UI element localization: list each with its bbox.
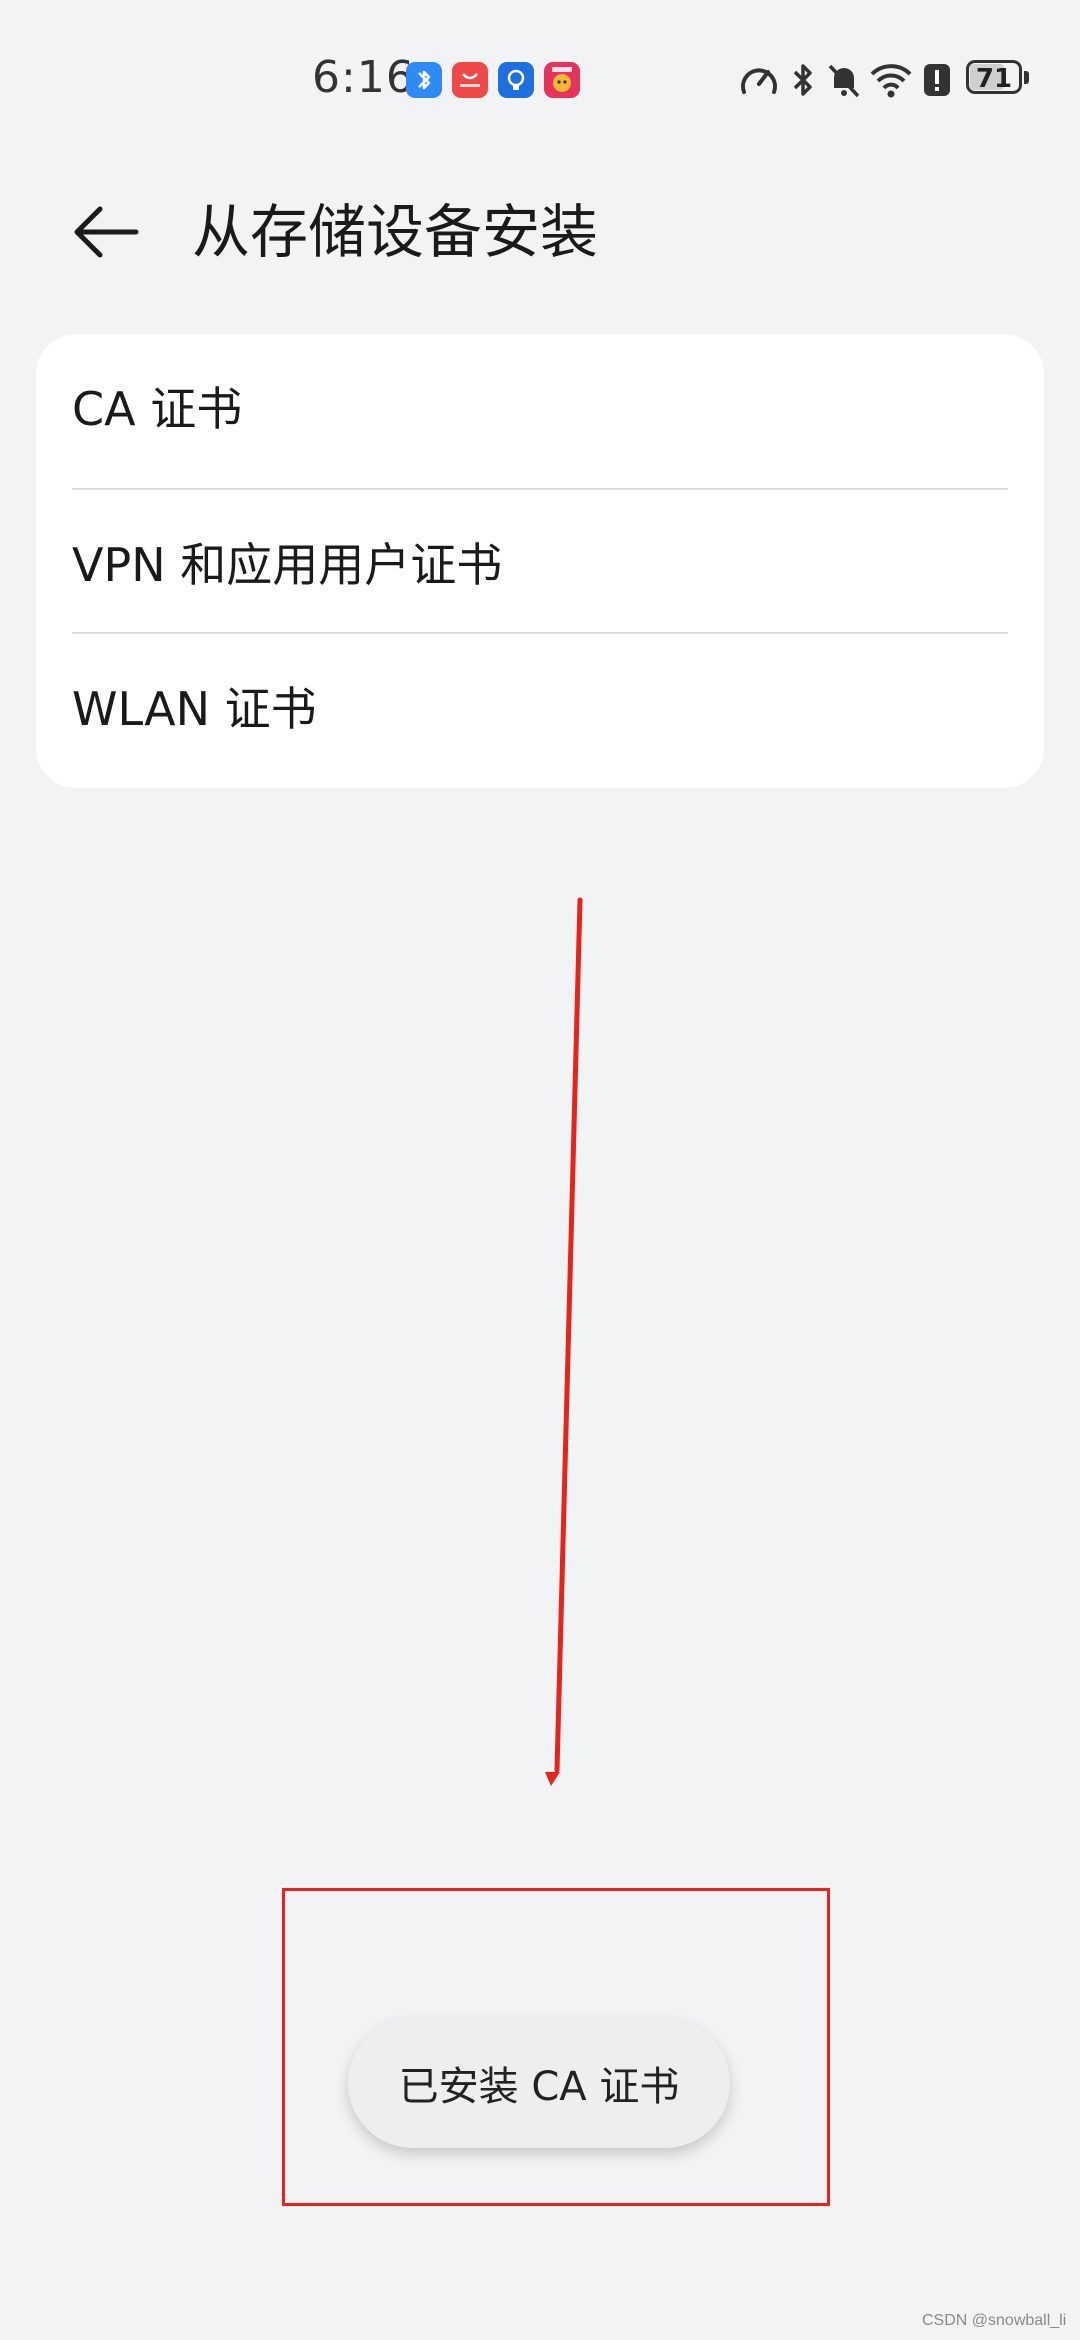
toast-message: 已安装 CA 证书 [348, 2018, 730, 2148]
arrowhead-icon [545, 1772, 560, 1786]
list-item-label: VPN 和应用用户证书 [72, 538, 503, 592]
arrow-left-icon [74, 206, 139, 258]
list-item-ca-certificate[interactable]: CA 证书 [72, 334, 1008, 478]
title-bar: 从存储设备安装 [0, 180, 1080, 280]
battery-percent: 71 [975, 64, 1013, 94]
alert-icon [922, 60, 952, 100]
watermark: CSDN @snowball_li [922, 2312, 1067, 2329]
list-item-label: CA 证书 [72, 382, 243, 436]
certificate-type-list: CA 证书 VPN 和应用用户证书 WLAN 证书 [36, 334, 1044, 788]
toast-text: 已安装 CA 证书 [398, 2064, 680, 2110]
list-item-vpn-app-user-certificate[interactable]: VPN 和应用用户证书 [72, 490, 1008, 634]
lightbulb-tips-icon [498, 62, 534, 98]
wifi-icon [868, 60, 914, 100]
status-bar: 6:16 71 [0, 0, 1080, 160]
data-speed-icon [738, 60, 780, 100]
huawei-appgallery-icon [452, 62, 488, 98]
list-item-label: WLAN 证书 [72, 682, 317, 736]
status-time: 6:16 [312, 52, 415, 103]
page-title: 从存储设备安装 [192, 198, 599, 266]
list-item-wlan-certificate[interactable]: WLAN 证书 [72, 634, 1008, 778]
mute-bell-icon [826, 60, 862, 100]
back-button[interactable] [66, 192, 146, 272]
bluetooth-icon [790, 60, 816, 100]
shopping-app-icon [544, 62, 580, 98]
battery-icon: 71 [966, 60, 1032, 98]
bluetooth-icon [406, 62, 442, 98]
